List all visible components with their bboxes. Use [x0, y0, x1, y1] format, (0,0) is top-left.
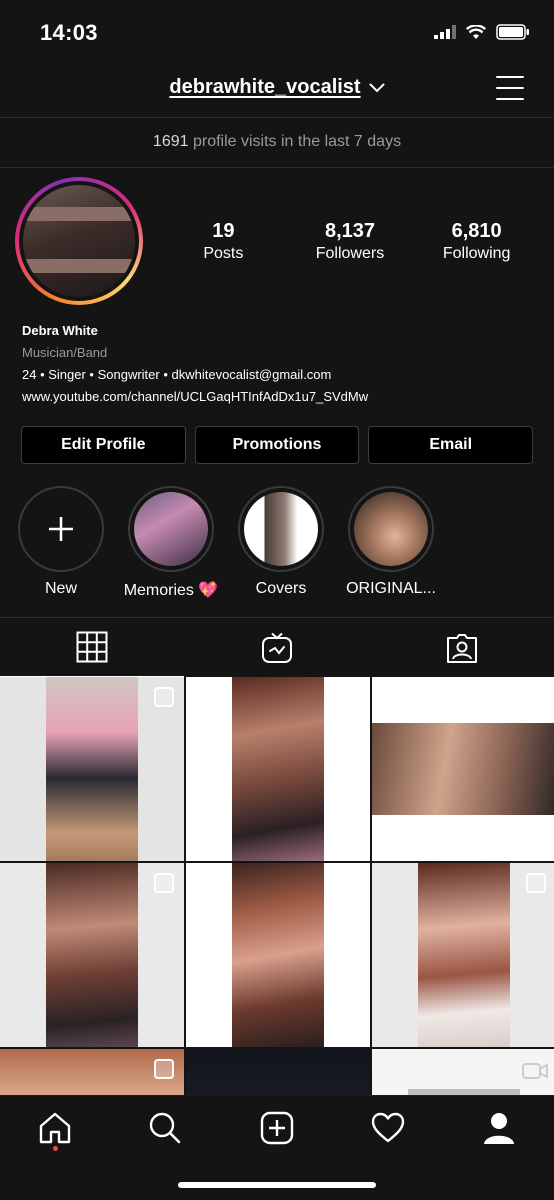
edit-profile-button[interactable]: Edit Profile	[21, 426, 186, 464]
grid-post[interactable]	[372, 677, 554, 861]
new-highlight-button[interactable]	[18, 486, 104, 572]
multi-photo-icon	[526, 873, 546, 893]
bio-link[interactable]: www.youtube.com/channel/UCLGaqHTInfAdDx1…	[22, 389, 542, 411]
visits-text: profile visits in the last 7 days	[192, 133, 402, 150]
video-icon	[522, 1063, 548, 1079]
highlight-new[interactable]: New	[6, 486, 116, 598]
signal-icon	[434, 25, 456, 39]
profile-stats: 19 Posts 8,137 Followers 6,810 Following	[160, 220, 540, 263]
hamburger-menu-icon[interactable]	[496, 76, 524, 100]
account-category: Musician/Band	[22, 345, 108, 360]
highlight-cover	[244, 492, 318, 566]
nav-activity[interactable]	[363, 1108, 413, 1148]
bio-description: 24 • Singer • Songwriter • dkwhitevocali…	[22, 367, 332, 382]
nav-new-post[interactable]	[252, 1108, 302, 1148]
post-photo	[186, 1049, 370, 1095]
stat-posts[interactable]: 19 Posts	[183, 220, 263, 263]
email-button[interactable]: Email	[368, 426, 534, 464]
wifi-icon	[466, 24, 486, 39]
following-label: Following	[442, 245, 511, 262]
multi-photo-icon	[154, 1059, 174, 1079]
status-bar: 14:03	[0, 0, 554, 64]
post-photo	[232, 677, 324, 861]
grid-post[interactable]	[0, 863, 184, 1047]
multi-photo-icon	[154, 687, 174, 707]
tab-igtv[interactable]	[185, 618, 369, 678]
stat-followers[interactable]: 8,137 Followers	[310, 220, 390, 263]
home-icon	[39, 1112, 71, 1144]
multi-photo-icon	[526, 687, 546, 707]
grid-post[interactable]	[372, 863, 554, 1047]
grid-post[interactable]	[186, 677, 370, 861]
notification-dot	[53, 1146, 58, 1151]
tab-tagged[interactable]	[370, 618, 554, 678]
display-name: Debra White	[22, 323, 98, 338]
following-count: 6,810	[451, 220, 502, 242]
profile-bio: Debra White Musician/Band 24 • Singer • …	[22, 323, 542, 411]
nav-profile[interactable]	[474, 1108, 524, 1148]
grid-post[interactable]	[186, 1049, 370, 1095]
highlight-cover	[354, 492, 428, 566]
plus-icon	[49, 517, 73, 541]
grid-post[interactable]	[372, 1049, 554, 1095]
posts-count: 19	[212, 220, 235, 242]
username[interactable]: debrawhite_vocalist	[169, 76, 360, 99]
followers-count: 8,137	[324, 220, 376, 242]
post-photo	[46, 677, 138, 861]
grid-post[interactable]	[0, 1049, 184, 1095]
status-icons	[434, 24, 530, 40]
post-photo	[372, 723, 554, 815]
highlight-label: Covers	[255, 580, 307, 597]
account-switcher[interactable]: debrawhite_vocalist	[0, 76, 554, 99]
battery-icon	[496, 24, 529, 40]
profile-tabs	[0, 617, 554, 678]
followers-label: Followers	[315, 245, 385, 262]
promotions-button[interactable]: Promotions	[194, 426, 360, 464]
multi-photo-icon	[154, 873, 174, 893]
highlight-label: New	[44, 580, 77, 597]
nav-search[interactable]	[140, 1108, 190, 1148]
grid-icon	[76, 631, 108, 663]
igtv-icon	[262, 632, 292, 663]
nav-home[interactable]	[30, 1108, 80, 1148]
story-highlights: New Memories 💖 Covers ORIGINAL...	[0, 486, 554, 602]
highlight-memories[interactable]: Memories 💖	[116, 486, 226, 600]
post-photo	[418, 863, 510, 1047]
posts-label: Posts	[203, 245, 244, 262]
add-post-icon	[260, 1111, 294, 1145]
profile-icon	[484, 1113, 514, 1144]
grid-post[interactable]	[186, 863, 370, 1047]
multi-photo-icon	[340, 687, 360, 707]
tagged-icon	[447, 634, 477, 663]
post-photo	[232, 863, 324, 1047]
post-photo	[46, 863, 138, 1047]
status-time: 14:03	[40, 20, 98, 45]
highlight-covers[interactable]: Covers	[226, 486, 336, 598]
profile-header: debrawhite_vocalist	[0, 64, 554, 118]
highlight-cover	[134, 492, 208, 566]
chevron-down-icon[interactable]	[369, 83, 385, 93]
heart-icon	[371, 1112, 405, 1143]
visits-count: 1691	[152, 133, 189, 150]
grid-post[interactable]	[0, 677, 184, 861]
profile-visits-banner[interactable]: 1691 profile visits in the last 7 days	[0, 118, 554, 168]
home-indicator	[178, 1182, 376, 1188]
avatar-photo	[23, 185, 135, 297]
highlight-label: Memories 💖	[123, 582, 219, 599]
posts-grid	[0, 677, 554, 1095]
highlight-original[interactable]: ORIGINAL...	[336, 486, 446, 598]
highlight-label: ORIGINAL...	[346, 580, 436, 597]
tab-grid[interactable]	[0, 618, 184, 678]
profile-avatar[interactable]	[15, 177, 143, 305]
search-icon	[149, 1112, 181, 1144]
profile-actions: Edit Profile Promotions Email	[21, 426, 534, 464]
stat-following[interactable]: 6,810 Following	[437, 220, 517, 263]
